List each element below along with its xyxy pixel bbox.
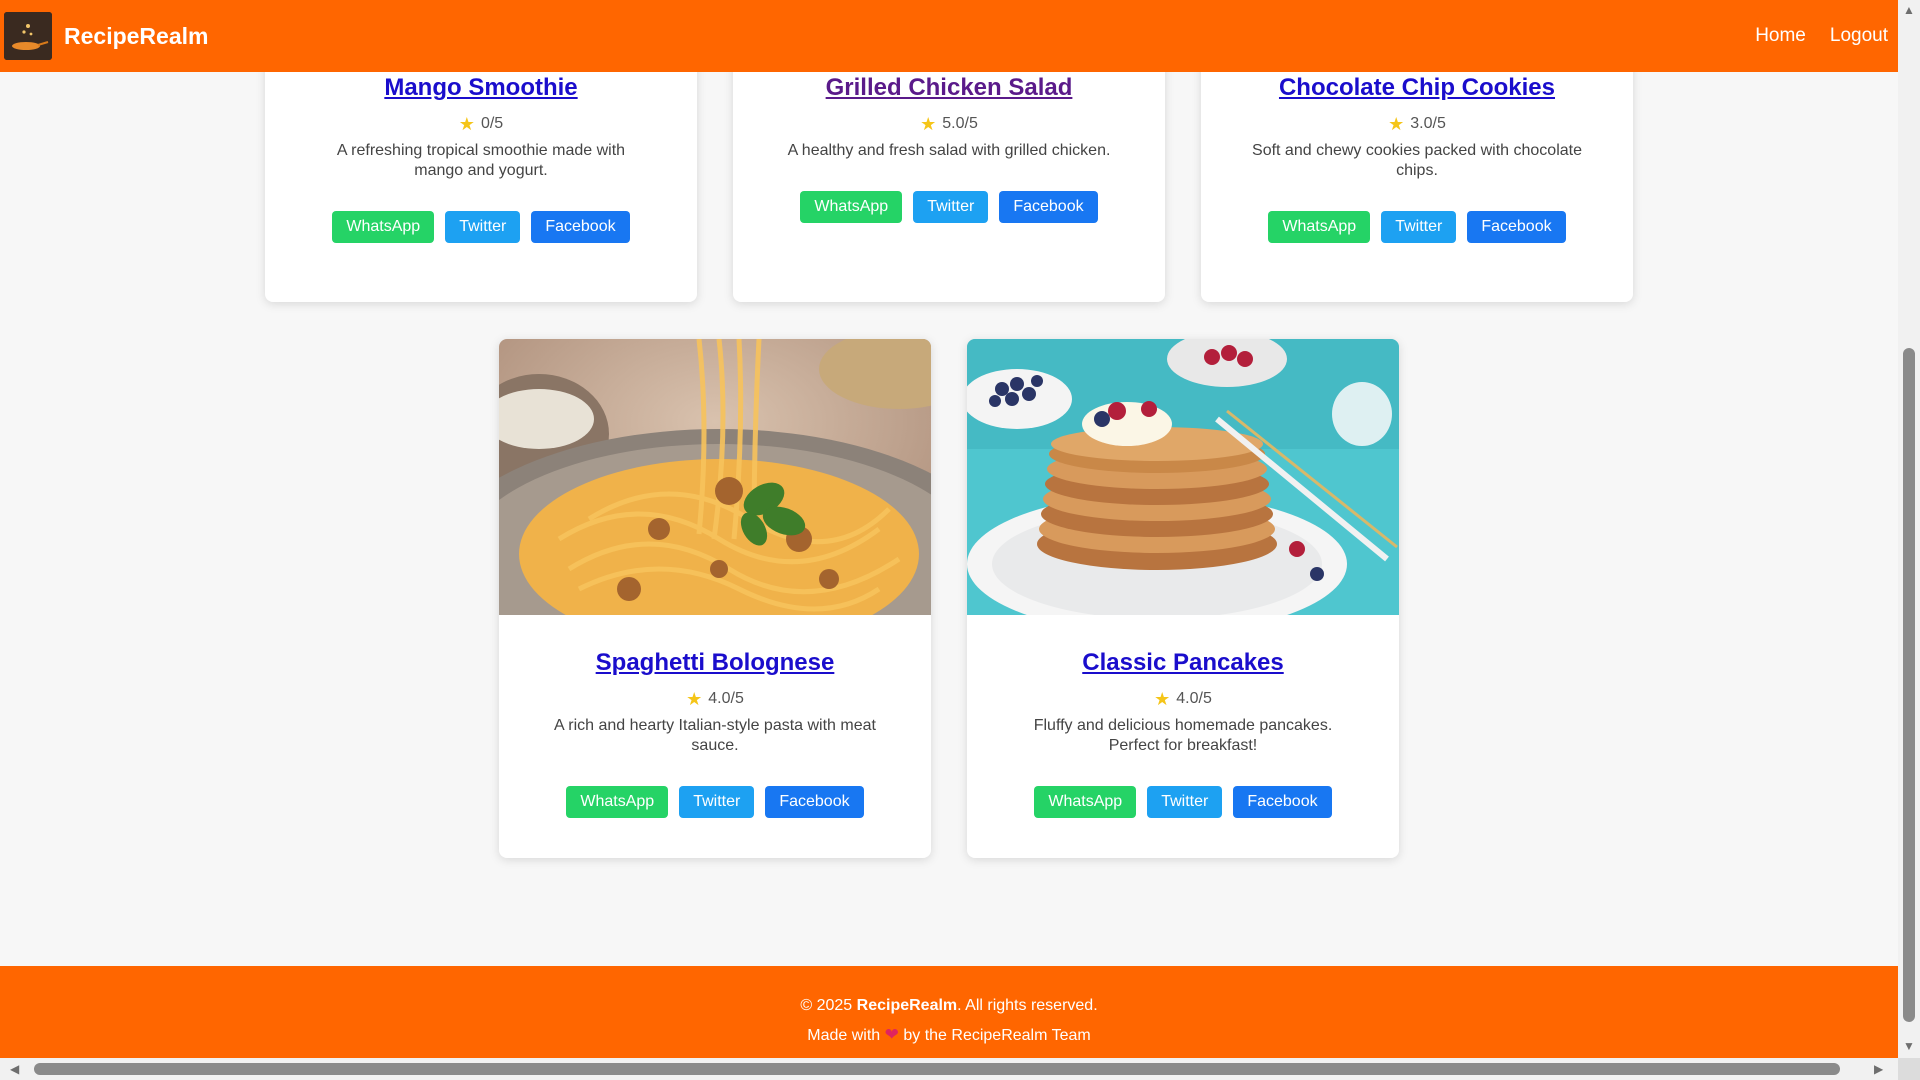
scroll-down-arrow-icon[interactable]: ▼ — [1903, 1040, 1915, 1052]
recipe-rating: ★ 3.0/5 — [1201, 115, 1633, 133]
facebook-share-button[interactable]: Facebook — [1467, 211, 1566, 243]
recipe-rating: ★ 4.0/5 — [499, 690, 931, 708]
recipe-description: A healthy and fresh salad with grilled c… — [787, 142, 1111, 159]
star-icon: ★ — [686, 689, 703, 709]
scroll-up-arrow-icon[interactable]: ▲ — [1903, 4, 1915, 16]
navbar: RecipeRealm Home Logout — [0, 0, 1898, 72]
star-icon: ★ — [920, 114, 937, 134]
horizontal-scrollbar[interactable]: ◀ ▶ — [0, 1058, 1920, 1080]
recipe-rating: ★ 0/5 — [265, 115, 697, 133]
vertical-scrollbar[interactable]: ▲ ▼ — [1898, 0, 1920, 1058]
pancakes-image — [967, 339, 1399, 615]
vertical-scroll-thumb[interactable] — [1903, 348, 1915, 1022]
whatsapp-share-button[interactable]: WhatsApp — [566, 786, 669, 818]
recipe-rating: ★ 4.0/5 — [967, 690, 1399, 708]
recipe-title-link[interactable]: Chocolate Chip Cookies — [1201, 74, 1633, 102]
recipe-rating: ★ 5.0/5 — [733, 115, 1165, 133]
twitter-share-button[interactable]: Twitter — [679, 786, 755, 818]
share-buttons: WhatsApp Twitter Facebook — [1201, 211, 1633, 243]
rating-value: 0/5 — [480, 115, 504, 132]
share-buttons: WhatsApp Twitter Facebook — [499, 786, 931, 818]
twitter-share-button[interactable]: Twitter — [913, 191, 989, 223]
horizontal-scroll-thumb[interactable] — [34, 1063, 1840, 1075]
facebook-share-button[interactable]: Facebook — [531, 211, 630, 243]
recipe-description: Fluffy and delicious homemade pancakes. … — [1033, 717, 1333, 754]
whatsapp-share-button[interactable]: WhatsApp — [1034, 786, 1137, 818]
whatsapp-share-button[interactable]: WhatsApp — [332, 211, 435, 243]
share-buttons: WhatsApp Twitter Facebook — [967, 786, 1399, 818]
logo-icon — [4, 12, 52, 60]
recipe-title-link[interactable]: Grilled Chicken Salad — [733, 74, 1165, 102]
rating-value: 3.0/5 — [1410, 115, 1446, 132]
rating-value: 5.0/5 — [942, 115, 978, 132]
whatsapp-share-button[interactable]: WhatsApp — [800, 191, 903, 223]
heart-icon: ❤ — [884, 1025, 899, 1044]
scrollbar-corner — [1898, 1058, 1920, 1080]
recipe-title-link[interactable]: Classic Pancakes — [967, 649, 1399, 677]
rating-value: 4.0/5 — [708, 690, 744, 707]
recipe-card: Classic Pancakes ★ 4.0/5 Fluffy and deli… — [967, 339, 1399, 858]
brand[interactable]: RecipeRealm — [4, 12, 208, 60]
star-icon: ★ — [1154, 689, 1171, 709]
copyright-text: © 2025 RecipeRealm. All rights reserved. — [800, 997, 1098, 1014]
star-icon: ★ — [458, 114, 475, 134]
share-buttons: WhatsApp Twitter Facebook — [265, 211, 697, 243]
nav-logout-link[interactable]: Logout — [1830, 25, 1888, 47]
made-with-text: Made with ❤ by the RecipeRealm Team — [807, 1025, 1091, 1044]
facebook-share-button[interactable]: Facebook — [765, 786, 864, 818]
page-viewport: Mango Smoothie ★ 0/5 A refreshing tropic… — [0, 0, 1898, 1058]
recipe-description: A rich and hearty Italian-style pasta wi… — [554, 717, 876, 754]
nav-links: Home Logout — [1755, 25, 1888, 47]
twitter-share-button[interactable]: Twitter — [445, 211, 521, 243]
whatsapp-share-button[interactable]: WhatsApp — [1268, 211, 1371, 243]
scroll-right-arrow-icon[interactable]: ▶ — [1874, 1063, 1883, 1075]
scroll-left-arrow-icon[interactable]: ◀ — [10, 1063, 19, 1075]
recipe-title-link[interactable]: Mango Smoothie — [265, 74, 697, 102]
facebook-share-button[interactable]: Facebook — [999, 191, 1098, 223]
star-icon: ★ — [1388, 114, 1405, 134]
brand-name: RecipeRealm — [64, 22, 209, 49]
recipe-description: Soft and chewy cookies packed with choco… — [1252, 142, 1582, 179]
rating-value: 4.0/5 — [1176, 690, 1212, 707]
footer: © 2025 RecipeRealm. All rights reserved.… — [0, 966, 1898, 1058]
recipe-title-link[interactable]: Spaghetti Bolognese — [499, 649, 931, 677]
spaghetti-image — [499, 339, 931, 615]
recipe-description: A refreshing tropical smoothie made with… — [336, 142, 626, 179]
twitter-share-button[interactable]: Twitter — [1381, 211, 1457, 243]
facebook-share-button[interactable]: Facebook — [1233, 786, 1332, 818]
twitter-share-button[interactable]: Twitter — [1147, 786, 1223, 818]
nav-home-link[interactable]: Home — [1755, 25, 1806, 47]
share-buttons: WhatsApp Twitter Facebook — [733, 191, 1165, 223]
recipe-card: Spaghetti Bolognese ★ 4.0/5 A rich and h… — [499, 339, 931, 858]
